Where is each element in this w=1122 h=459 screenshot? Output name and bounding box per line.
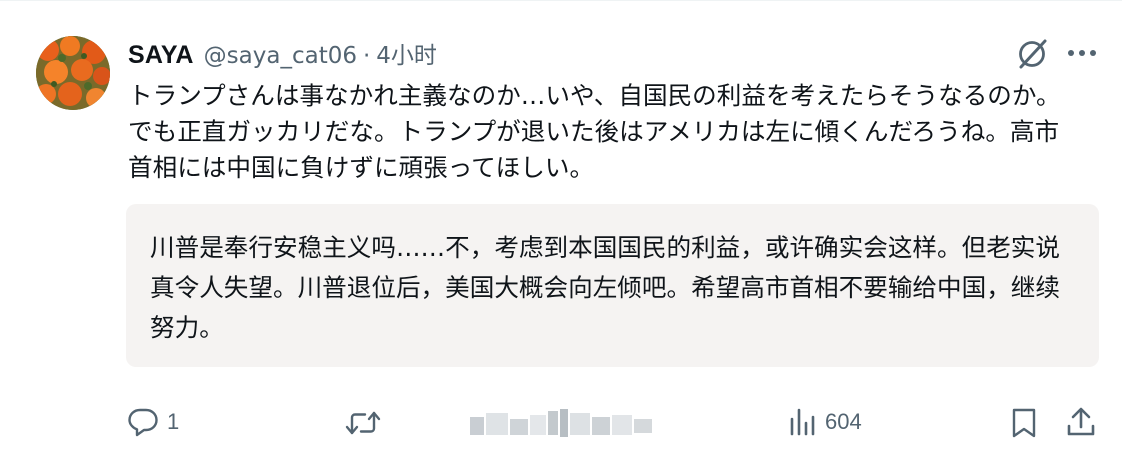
- author-name[interactable]: SAYA: [128, 41, 194, 70]
- separator-dot: ·: [362, 43, 371, 69]
- grok-icon[interactable]: [1015, 37, 1049, 71]
- bookmark-button[interactable]: [1011, 407, 1037, 439]
- share-icon: [1066, 406, 1096, 438]
- avatar[interactable]: [36, 36, 110, 110]
- top-divider: [0, 0, 1122, 1]
- reply-icon: [127, 407, 159, 437]
- translation-box: 川普是奉行安稳主义吗……不，考虑到本国国民的利益，或许确实会这样。但老实说真令人…: [126, 204, 1099, 367]
- more-dot: [1090, 50, 1096, 56]
- watermark-overlay: [470, 409, 652, 437]
- tweet-text: トランプさんは事なかれ主義なのか…いや、自国民の利益を考えたらそうなるのか。でも…: [128, 81, 1061, 182]
- reply-count: 1: [167, 409, 180, 434]
- views-icon: [789, 407, 817, 437]
- reply-button[interactable]: 1: [127, 407, 179, 437]
- bookmark-icon: [1011, 407, 1037, 439]
- author-handle[interactable]: @saya_cat06: [204, 43, 357, 69]
- share-button[interactable]: [1066, 406, 1096, 438]
- more-dot: [1068, 50, 1074, 56]
- views-button[interactable]: 604: [789, 407, 862, 437]
- translation-text: 川普是奉行安稳主义吗……不，考虑到本国国民的利益，或许确实会这样。但老实说真令人…: [150, 233, 1060, 342]
- post-time[interactable]: 4小时: [376, 36, 437, 70]
- repost-icon: [345, 409, 381, 437]
- tweet-header: SAYA @saya_cat06 · 4小时: [128, 36, 437, 70]
- more-dot: [1079, 50, 1085, 56]
- action-bar: 1 604: [0, 400, 1122, 450]
- repost-button[interactable]: [345, 409, 389, 437]
- more-icon[interactable]: [1064, 40, 1100, 66]
- views-count: 604: [825, 409, 862, 434]
